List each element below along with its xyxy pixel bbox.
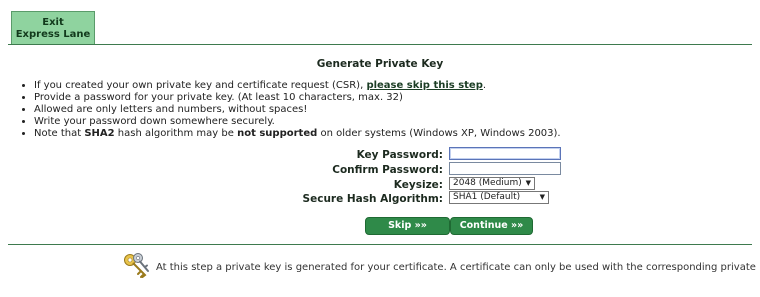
keysize-select[interactable]: 2048 (Medium) ▼ [449, 177, 535, 190]
key-password-field[interactable] [449, 147, 561, 160]
note-text: hash algorithm may be [114, 128, 238, 139]
hash-algorithm-select[interactable]: SHA1 (Default) ▼ [449, 191, 549, 204]
footer-note: At this step a private key is generated … [156, 262, 760, 273]
note-text: . [482, 80, 487, 91]
key-password-label: Key Password: [356, 149, 443, 161]
list-item: Note that SHA2 hash algorithm may be not… [34, 128, 561, 140]
keysize-value: 2048 (Medium) [453, 178, 522, 188]
hash-row: Secure Hash Algorithm: SHA1 (Default) ▼ [0, 191, 760, 207]
note-emphasis: SHA2 [84, 128, 115, 139]
note-text: on older systems (Windows XP, Windows 20… [317, 128, 561, 139]
instructions-list: If you created your own private key and … [20, 80, 561, 140]
bottom-divider [8, 244, 752, 245]
tab-line-2: Express Lane [15, 29, 91, 40]
note-text: Note that [34, 128, 85, 139]
note-emphasis: not supported [237, 128, 318, 139]
list-item: If you created your own private key and … [34, 80, 561, 92]
keys-icon [124, 253, 149, 278]
list-item: Allowed are only letters and numbers, wi… [34, 104, 561, 116]
confirm-password-row: Confirm Password: [0, 162, 760, 178]
top-divider [8, 44, 752, 45]
skip-step-link[interactable]: please skip this step [366, 80, 482, 91]
skip-button[interactable]: Skip »» [365, 217, 450, 235]
hash-value: SHA1 (Default) [453, 192, 521, 202]
exit-express-lane-tab[interactable]: Exit Express Lane [11, 11, 95, 44]
key-password-row: Key Password: [0, 147, 760, 163]
hash-label: Secure Hash Algorithm: [302, 193, 443, 205]
confirm-password-label: Confirm Password: [332, 164, 443, 176]
continue-button[interactable]: Continue »» [450, 217, 533, 235]
list-item: Write your password down somewhere secur… [34, 116, 561, 128]
dropdown-arrow-icon: ▼ [539, 193, 545, 201]
tab-line-1: Exit [42, 17, 64, 28]
list-item: Provide a password for your private key.… [34, 92, 561, 104]
note-text: If you created your own private key and … [34, 80, 367, 91]
dropdown-arrow-icon: ▼ [525, 179, 531, 187]
confirm-password-field[interactable] [449, 162, 561, 175]
page-title: Generate Private Key [316, 58, 444, 70]
